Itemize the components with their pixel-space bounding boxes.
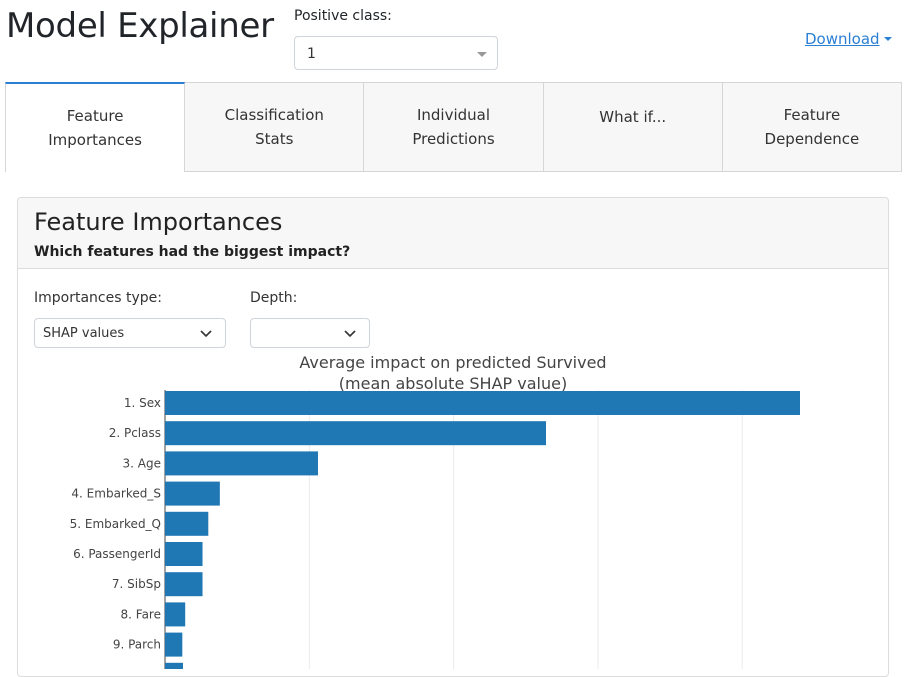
chart-subtitle: (mean absolute SHAP value) (339, 374, 567, 393)
category-label: 1. Sex (124, 396, 161, 410)
bar (165, 421, 546, 446)
bar (165, 511, 209, 536)
category-label: 2. Pclass (109, 426, 161, 440)
category-label: 7. SibSp (112, 577, 161, 591)
bar (165, 662, 183, 669)
chart-title: Average impact on predicted Survived (299, 353, 606, 372)
category-label: 9. Parch (113, 638, 161, 652)
category-label: 4. Embarked_S (71, 487, 161, 501)
feature-importance-chart: Average impact on predicted Survived (mea… (70, 353, 800, 669)
category-label: 5. Embarked_Q (70, 517, 161, 531)
category-label: 8. Fare (121, 607, 161, 621)
bar (165, 572, 203, 597)
bar (165, 481, 220, 506)
bar (165, 602, 186, 627)
bar (165, 542, 203, 566)
bar (165, 391, 800, 415)
bar (165, 632, 183, 657)
bar (165, 451, 318, 476)
category-label: 3. Age (123, 456, 161, 470)
category-label: 6. PassengerId (73, 547, 161, 561)
